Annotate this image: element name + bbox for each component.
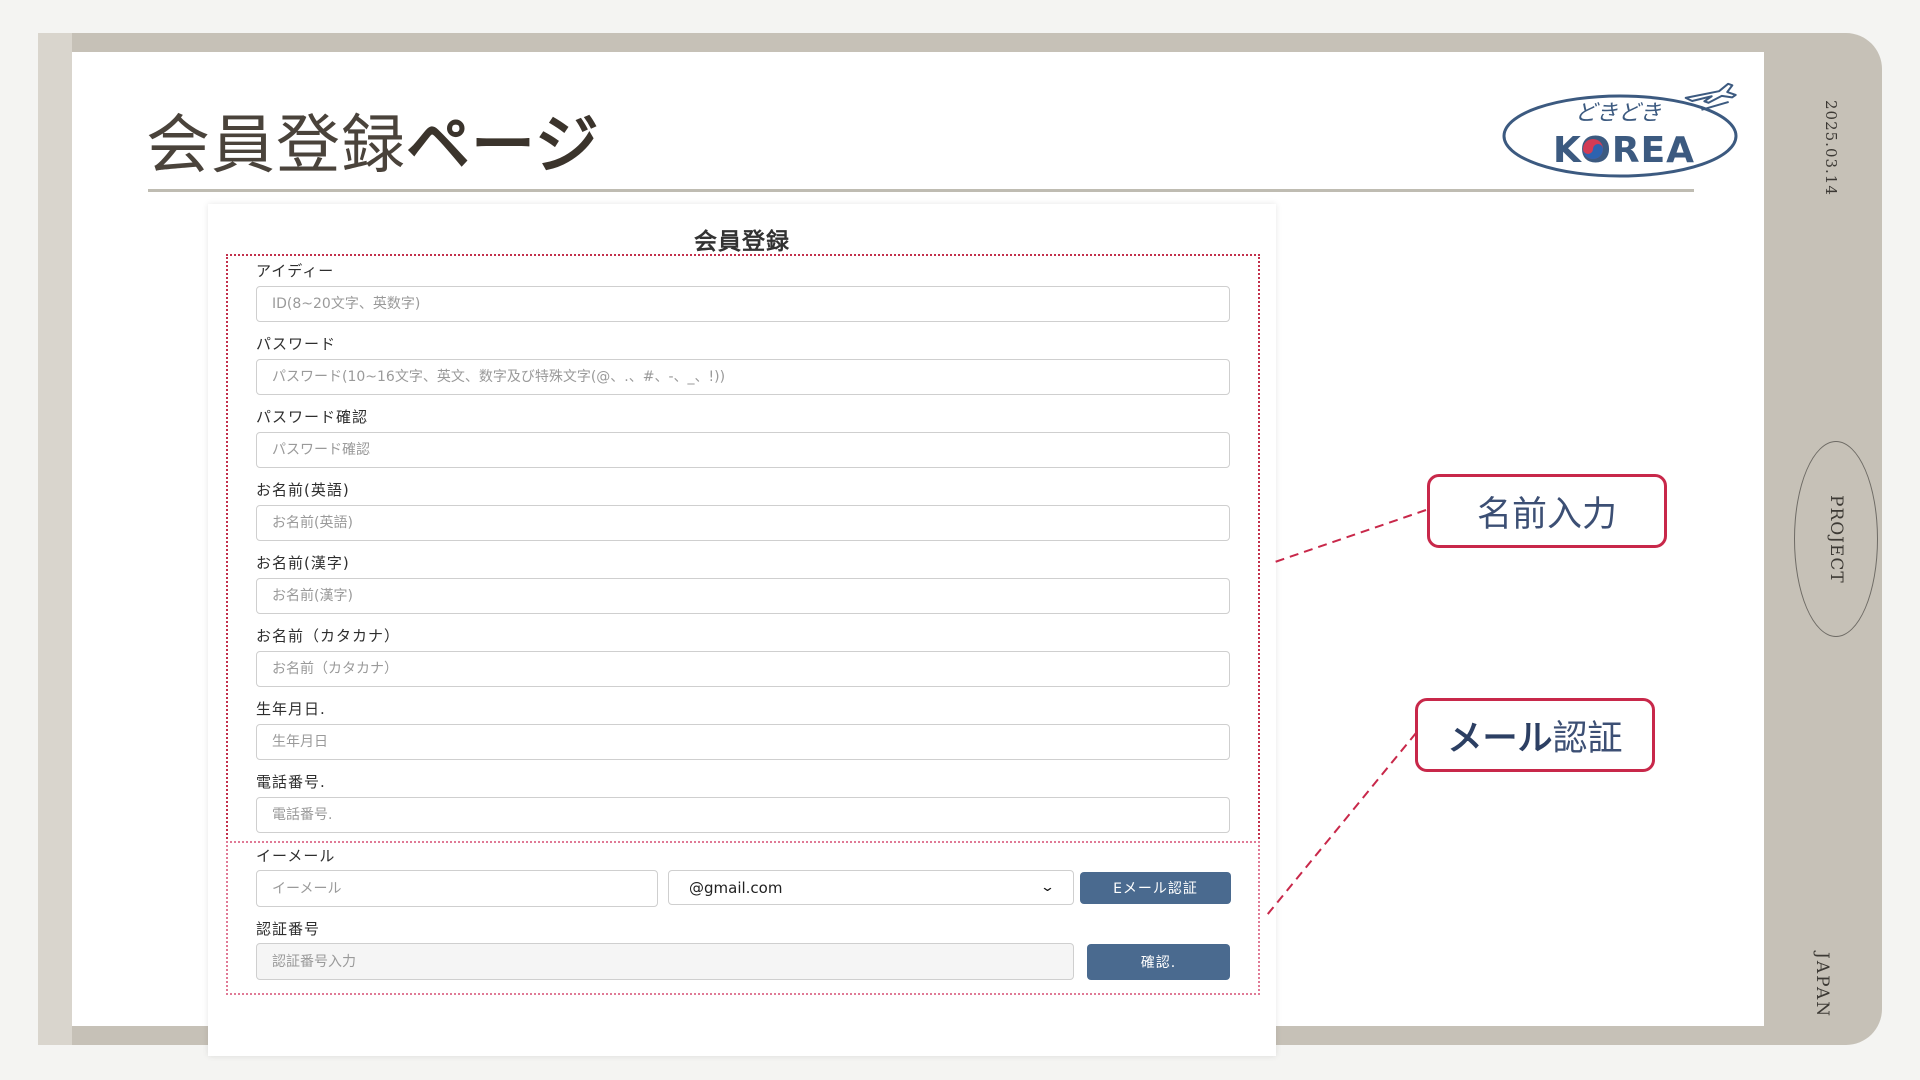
- slide-date: 2025.03.14: [1822, 100, 1840, 196]
- auth-code-input[interactable]: [256, 943, 1074, 980]
- auth-confirm-button[interactable]: 確認.: [1087, 944, 1230, 980]
- email-domain-value: @gmail.com: [689, 878, 783, 897]
- email-input[interactable]: [256, 870, 658, 907]
- logo-main-text: KOREA: [1553, 130, 1695, 171]
- callout-email-rest: 認証: [1552, 718, 1623, 759]
- label-id: アイディー: [256, 262, 335, 280]
- signup-form-screenshot: 会員登録 アイディー パスワード パスワード確認 お名前(英語) お名前(漢字)…: [208, 204, 1276, 1056]
- label-birthdate: 生年月日.: [256, 700, 326, 718]
- name-kanji-input[interactable]: [256, 578, 1230, 614]
- label-email: イーメール: [256, 847, 336, 865]
- label-name-english: お名前(英語): [256, 481, 350, 499]
- slide: 会員登録ページ どきどき KOREA 会員登録 アイディー パスワード パスワー…: [72, 52, 1764, 1056]
- dokidoki-korea-logo: どきどき KOREA: [1502, 82, 1738, 178]
- label-password-confirm: パスワード確認: [256, 408, 369, 426]
- label-auth-code: 認証番号: [256, 920, 321, 938]
- logo-top-text: どきどき: [1575, 101, 1662, 126]
- form-title: 会員登録: [694, 229, 790, 255]
- title-divider: [148, 189, 1694, 192]
- password-confirm-input[interactable]: [256, 432, 1230, 468]
- page-title: 会員登録ページ: [146, 94, 600, 186]
- id-input[interactable]: [256, 286, 1230, 322]
- name-katakana-input[interactable]: [256, 651, 1230, 687]
- label-phone: 電話番号.: [256, 773, 326, 791]
- callout-name-input: 名前入力: [1427, 474, 1667, 548]
- label-name-katakana: お名前（カタカナ）: [256, 627, 401, 645]
- callout-email-auth: メール 認証: [1415, 698, 1655, 772]
- slide-frame-left-strip: [38, 33, 72, 1045]
- page-title-bold: ページ: [406, 108, 600, 183]
- label-password: パスワード: [256, 335, 337, 353]
- name-english-input[interactable]: [256, 505, 1230, 541]
- project-badge-label: PROJECT: [1826, 494, 1846, 584]
- side-footer-label: JAPAN: [1812, 952, 1832, 1019]
- chevron-down-icon: ⌄: [1039, 880, 1056, 895]
- label-name-kanji: お名前(漢字): [256, 554, 350, 572]
- page-title-light: 会員登録: [146, 109, 406, 183]
- email-domain-select[interactable]: @gmail.com ⌄: [668, 870, 1074, 905]
- email-verify-button[interactable]: Eメール認証: [1080, 872, 1231, 904]
- password-input[interactable]: [256, 359, 1230, 395]
- birthdate-input[interactable]: [256, 724, 1230, 760]
- phone-input[interactable]: [256, 797, 1230, 833]
- project-badge: PROJECT: [1794, 441, 1878, 637]
- callout-email-bold: メール: [1447, 718, 1553, 759]
